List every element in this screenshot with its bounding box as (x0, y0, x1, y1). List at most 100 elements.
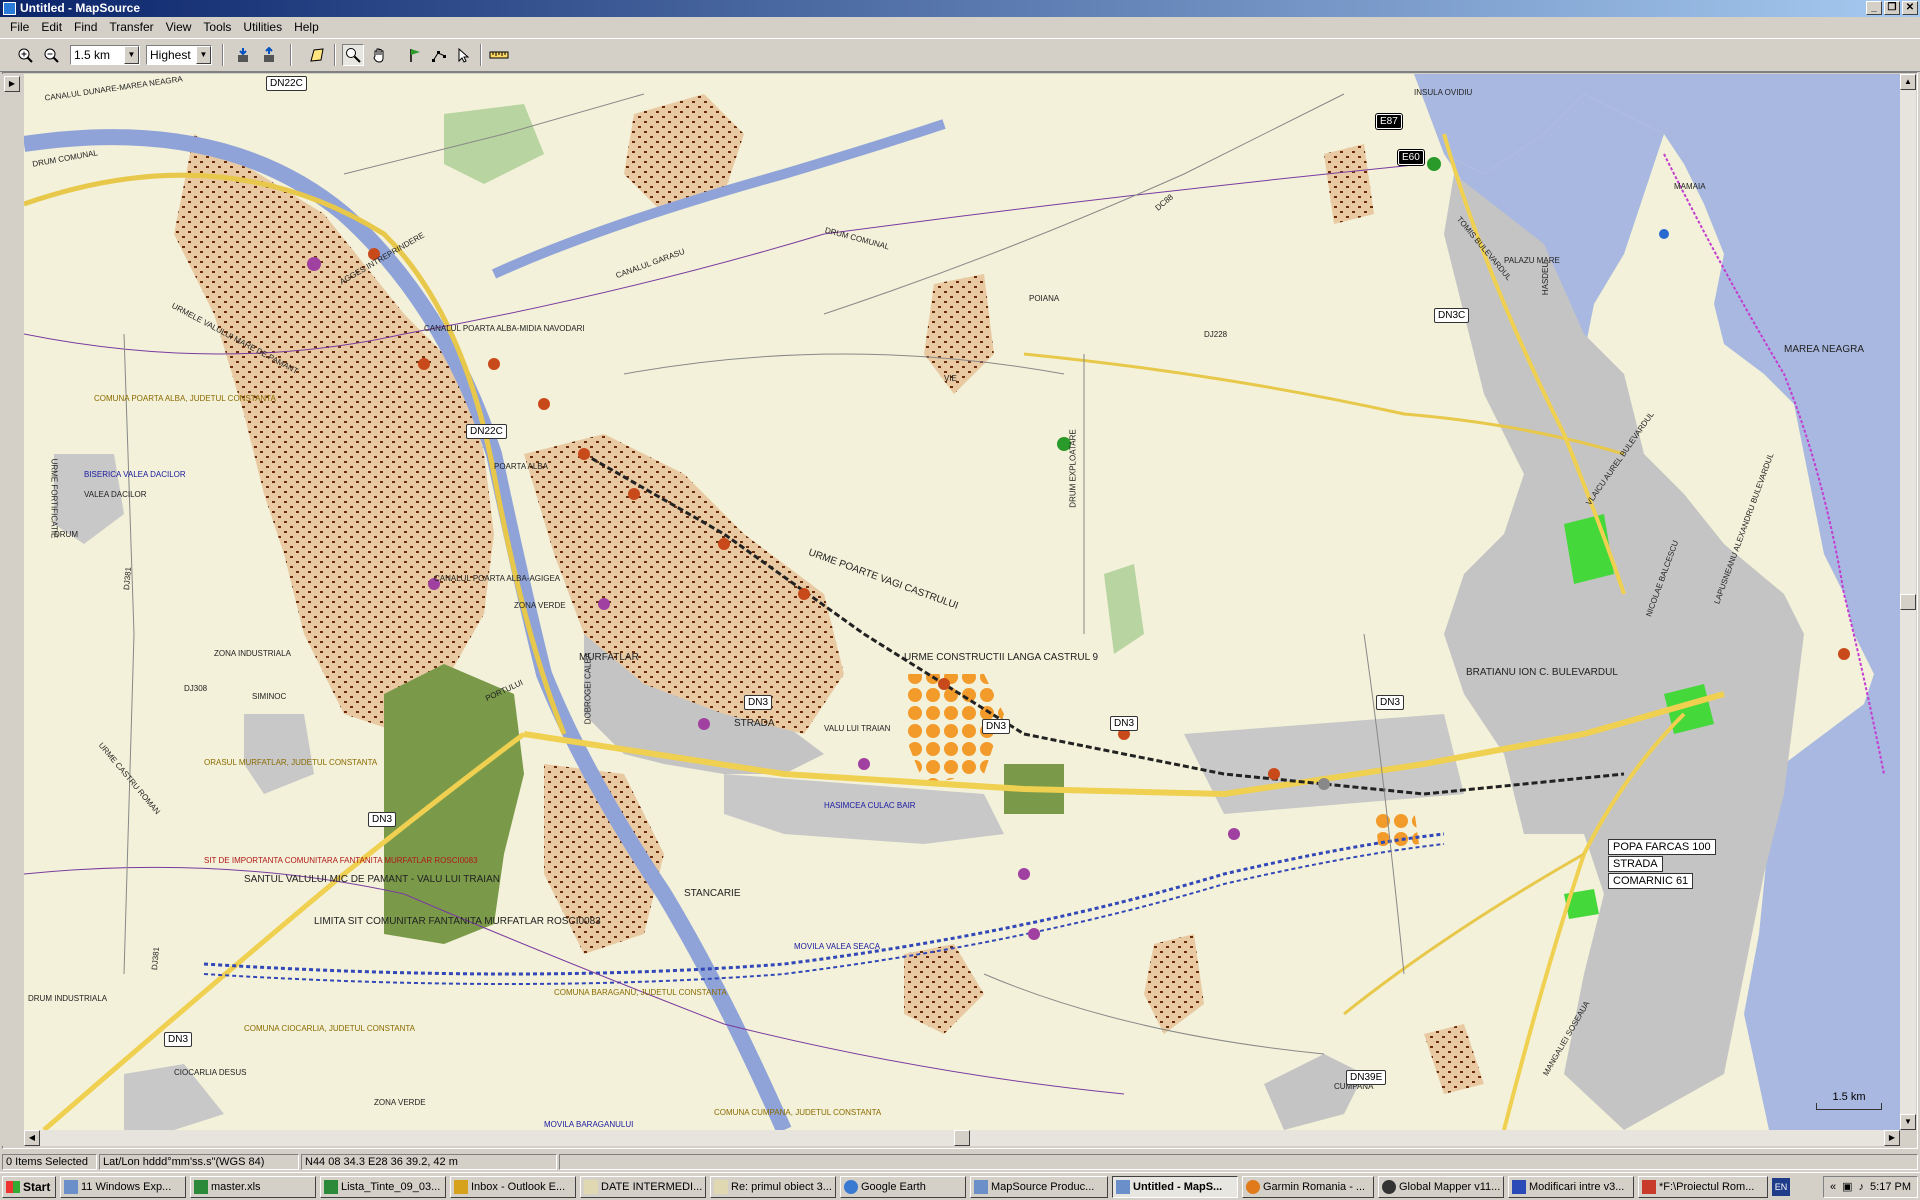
callout-strada[interactable]: STRADA (1608, 856, 1663, 872)
task-untitled-mapsource[interactable]: Untitled - MapS... (1112, 1176, 1238, 1198)
callout-comarnic[interactable]: COMARNIC 61 (1608, 873, 1694, 889)
globe-icon (844, 1180, 858, 1194)
volume-icon[interactable]: ♪ (1859, 1177, 1865, 1197)
menu-find[interactable]: Find (68, 17, 103, 37)
detail-level-select[interactable]: Highest ▼ (146, 45, 212, 65)
minimize-button[interactable]: _ (1866, 1, 1882, 15)
status-selection: 0 Items Selected (2, 1154, 97, 1170)
label-comuna-cumpana: COMUNA CUMPANA, JUDETUL CONSTANTA (714, 1108, 882, 1117)
shield-dn39e: DN39E (1346, 1070, 1387, 1085)
word-icon (1512, 1180, 1526, 1194)
label-drum-industriala: DRUM INDUSTRIALA (28, 994, 108, 1003)
hand-icon (373, 48, 384, 63)
task-mapsource-product[interactable]: MapSource Produc... (970, 1176, 1108, 1198)
label-poiana: POIANA (1029, 294, 1060, 303)
zoom-in-button[interactable] (14, 44, 36, 66)
label-comuna-poarta-alba: COMUNA POARTA ALBA, JUDETUL CONSTANTA (94, 394, 276, 403)
task-google-earth[interactable]: Google Earth (840, 1176, 966, 1198)
send-to-device-button[interactable] (258, 44, 280, 66)
taskbar: Start 11 Windows Exp... master.xls Lista… (0, 1172, 1920, 1200)
vineyard-southeast-1 (904, 944, 984, 1034)
map-tool-button[interactable] (306, 44, 328, 66)
mapsource-app-icon[interactable] (3, 2, 16, 15)
menu-tools[interactable]: Tools (197, 17, 237, 37)
task-windows-explorer[interactable]: 11 Windows Exp... (60, 1176, 186, 1198)
task-garmin-romania[interactable]: Garmin Romania - ... (1242, 1176, 1374, 1198)
task-global-mapper[interactable]: Global Mapper v11... (1378, 1176, 1504, 1198)
title-bar: Untitled - MapSource _ ❐ ✕ (0, 0, 1920, 17)
vertical-scrollbar[interactable]: ▲ ▼ (1900, 74, 1916, 1130)
left-panel-toggle[interactable]: ▶ (4, 76, 20, 92)
label-urme-constructii: URME CONSTRUCTII LANGA CASTRUL 9 (904, 652, 1099, 663)
task-label: Untitled - MapS... (1133, 1181, 1223, 1193)
clock[interactable]: 5:17 PM (1870, 1177, 1911, 1197)
task-date-intermediare[interactable]: DATE INTERMEDI... (580, 1176, 706, 1198)
status-bar: 0 Items Selected Lat/Lon hddd°mm'ss.s"(W… (0, 1152, 1920, 1172)
toolbar: 1.5 km ▼ Highest ▼ (0, 38, 1920, 72)
menu-transfer[interactable]: Transfer (103, 17, 159, 37)
task-modificari[interactable]: Modificari intre v3... (1508, 1176, 1634, 1198)
vertical-scroll-thumb[interactable] (1900, 594, 1916, 610)
menu-edit[interactable]: Edit (35, 17, 68, 37)
zoom-tool-button[interactable] (342, 44, 364, 66)
label-comuna-baraganu: COMUNA BARAGANU, JUDETUL CONSTANTA (554, 988, 727, 997)
shield-dn22c-north: DN22C (266, 76, 307, 91)
zoom-scale-select[interactable]: 1.5 km ▼ (70, 45, 140, 65)
selection-tool-button[interactable] (452, 44, 474, 66)
scroll-left-button[interactable]: ◀ (24, 1130, 40, 1146)
scroll-right-button[interactable]: ▶ (1884, 1130, 1900, 1146)
map-canvas (24, 74, 1900, 1130)
chevron-down-icon[interactable]: ▼ (124, 46, 139, 64)
menu-utilities[interactable]: Utilities (237, 17, 288, 37)
detail-level-value: Highest (150, 48, 191, 62)
scroll-down-button[interactable]: ▼ (1900, 1114, 1916, 1130)
waypoint-tool-button[interactable] (404, 44, 426, 66)
menu-help[interactable]: Help (288, 17, 325, 37)
close-button[interactable]: ✕ (1902, 1, 1918, 15)
label-strada: STRADA (734, 718, 775, 729)
outlook-icon (454, 1180, 468, 1194)
hand-tool-button[interactable] (368, 44, 390, 66)
tray-expand-icon[interactable]: « (1830, 1177, 1836, 1197)
folder-icon (64, 1180, 78, 1194)
language-indicator[interactable]: EN (1772, 1178, 1790, 1196)
task-lista-tinte[interactable]: Lista_Tinte_09_03... (320, 1176, 446, 1198)
start-button[interactable]: Start (2, 1176, 56, 1198)
local-road-dc88 (823, 93, 1345, 315)
label-canalul-agigea: CANALUL POARTA ALBA-AGIGEA (434, 574, 561, 583)
shield-e87: E87 (1375, 113, 1403, 130)
chevron-down-icon[interactable]: ▼ (196, 46, 211, 64)
horizontal-scroll-thumb[interactable] (954, 1130, 970, 1146)
map-view[interactable]: CANALUL DUNARE-MAREA NEAGRA DRUM COMUNAL… (24, 74, 1900, 1130)
route-tool-button[interactable] (428, 44, 450, 66)
label-bratianu-bulevardul: BRATIANU ION C. BULEVARDUL (1466, 667, 1618, 678)
vineyard-southeast-2 (1144, 934, 1204, 1034)
network-icon[interactable]: ▣ (1842, 1177, 1852, 1197)
restore-button[interactable]: ❐ (1884, 1, 1900, 15)
task-proiectul-romania[interactable]: *F:\Proiectul Rom... (1638, 1176, 1768, 1198)
map-left-strip: ▶ (2, 74, 22, 1146)
road-dn39e (1343, 852, 1585, 1016)
task-re-primul-obiect[interactable]: Re: primul obiect 3... (710, 1176, 836, 1198)
label-santul-valului: SANTUL VALULUI MIC DE PAMANT - VALU LUI … (244, 874, 500, 885)
label-zona-industriala: ZONA INDUSTRIALA (214, 649, 291, 658)
zoom-out-button[interactable] (40, 44, 62, 66)
callout-popa-farcas[interactable]: POPA FARCAS 100 (1608, 839, 1716, 855)
menu-file[interactable]: File (4, 17, 35, 37)
task-inbox-outlook[interactable]: Inbox - Outlook E... (450, 1176, 576, 1198)
excel-icon (324, 1180, 338, 1194)
label-biserica-valea-dacilor: BISERICA VALEA DACILOR (84, 470, 186, 479)
mail-icon (714, 1180, 728, 1194)
label-vie: VIE (944, 374, 957, 383)
status-position-format: Lat/Lon hddd°mm'ss.s"(WGS 84) (99, 1154, 299, 1170)
local-road-drum (1363, 633, 1405, 975)
scroll-up-button[interactable]: ▲ (1900, 74, 1916, 90)
receive-from-device-button[interactable] (232, 44, 254, 66)
menu-view[interactable]: View (160, 17, 198, 37)
cursor-arrow-icon (458, 47, 470, 63)
horizontal-scrollbar[interactable]: ◀ ▶ (24, 1130, 1900, 1146)
distance-tool-button[interactable] (488, 44, 510, 66)
siminoc-village-area (244, 714, 314, 794)
label-orasul-murfatlar: ORASUL MURFATLAR, JUDETUL CONSTANTA (204, 758, 378, 767)
task-master-xls[interactable]: master.xls (190, 1176, 316, 1198)
